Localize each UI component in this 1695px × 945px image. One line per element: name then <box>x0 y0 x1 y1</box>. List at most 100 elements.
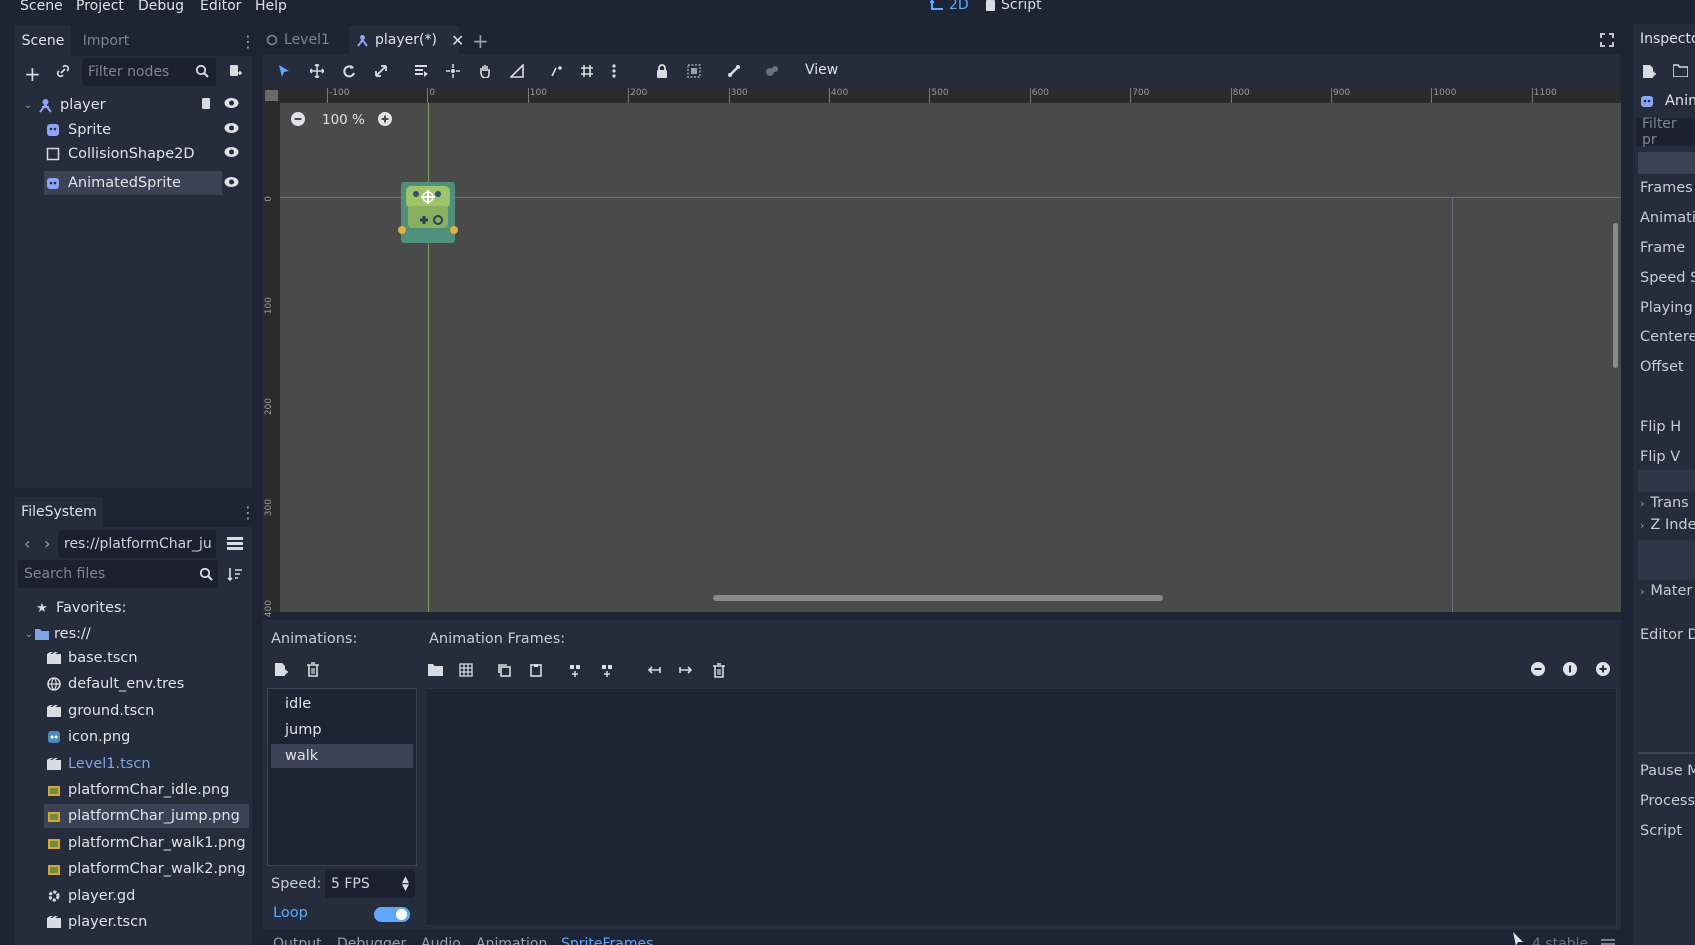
file-item[interactable]: icon.png <box>44 725 249 749</box>
menu-debug[interactable]: Debug <box>138 0 184 14</box>
select-tool-icon[interactable] <box>277 64 291 78</box>
inspector-property[interactable]: Flip H <box>1640 419 1681 435</box>
insert-empty-after-icon[interactable] <box>600 663 614 677</box>
inspector-editor-description[interactable]: Editor D <box>1640 627 1695 643</box>
tree-node-sprite[interactable]: Sprite <box>44 118 214 142</box>
inspector-property[interactable]: Frame <box>1640 240 1685 256</box>
new-animation-icon[interactable] <box>274 662 288 677</box>
file-item[interactable]: platformChar_walk2.png <box>44 857 249 881</box>
group-icon[interactable] <box>687 64 701 78</box>
spinbox-arrows-icon[interactable]: ▲ ▼ <box>402 876 409 893</box>
animation-item[interactable]: walk <box>271 744 413 768</box>
inspector-property[interactable]: Flip V <box>1640 449 1680 465</box>
file-item[interactable]: platformChar_walk1.png <box>44 831 249 855</box>
file-item[interactable]: default_env.tres <box>44 672 249 696</box>
inspector-node-property[interactable]: Pause M <box>1640 763 1695 779</box>
file-item[interactable]: ground.tscn <box>44 699 249 723</box>
rotate-tool-icon[interactable] <box>342 64 356 78</box>
animation-item[interactable]: jump <box>271 718 413 742</box>
chevron-down-icon[interactable]: ⌄ <box>24 629 34 640</box>
paste-icon[interactable] <box>529 663 543 677</box>
file-item[interactable]: player.gd <box>44 884 249 908</box>
delete-frame-icon[interactable] <box>712 663 726 678</box>
move-tool-icon[interactable] <box>310 64 324 78</box>
file-item[interactable]: base.tscn <box>44 646 249 670</box>
copy-icon[interactable] <box>497 663 511 677</box>
instance-scene-icon[interactable] <box>56 64 70 78</box>
forward-arrow-icon[interactable]: › <box>44 534 50 553</box>
new-resource-icon[interactable] <box>1642 64 1656 79</box>
more-options-icon[interactable] <box>612 64 616 78</box>
visibility-eye-icon[interactable] <box>224 176 239 188</box>
inspector-section[interactable]: › Trans <box>1640 495 1689 511</box>
tab-filesystem[interactable]: FileSystem <box>15 497 103 527</box>
particles-icon[interactable] <box>765 64 779 78</box>
inspector-node-name[interactable]: Anim <box>1665 93 1695 109</box>
file-item[interactable]: platformChar_jump.png <box>44 804 249 829</box>
visibility-eye-icon[interactable] <box>224 122 239 134</box>
inspector-section[interactable]: › Mater <box>1640 583 1692 599</box>
lock-icon[interactable] <box>655 64 669 78</box>
zoom-in-icon[interactable] <box>1596 662 1610 676</box>
tab-player[interactable]: player(*) ✕ <box>349 26 464 54</box>
file-item[interactable]: Level1.tscn <box>44 752 249 776</box>
inspector-section[interactable]: › Z Inde <box>1640 517 1695 533</box>
bottom-tab-animation[interactable]: Animation <box>476 936 547 945</box>
menu-help[interactable]: Help <box>255 0 287 14</box>
tree-node-player[interactable]: ⌄ player <box>22 93 248 117</box>
chevron-down-icon[interactable]: ⌄ <box>22 100 34 111</box>
bone-icon[interactable] <box>727 64 741 78</box>
tree-node-animatedsprite[interactable]: AnimatedSprite <box>44 171 222 195</box>
filter-properties-input[interactable]: Filter pr <box>1636 116 1695 148</box>
distraction-free-icon[interactable] <box>1600 33 1614 47</box>
ruler-tool-icon[interactable] <box>510 64 524 78</box>
inspector-node-property[interactable]: Process <box>1640 793 1695 809</box>
loop-toggle[interactable] <box>374 907 410 922</box>
back-arrow-icon[interactable]: ‹ <box>24 534 30 553</box>
search-files-input[interactable]: Search files <box>18 560 218 588</box>
tab-import[interactable]: Import <box>78 26 134 56</box>
file-item[interactable]: platformChar_idle.png <box>44 778 249 802</box>
bottom-tab-audio[interactable]: Audio <box>421 936 461 945</box>
path-field[interactable]: res://platformChar_ju <box>58 530 216 558</box>
script-attached-icon[interactable] <box>200 97 213 111</box>
pivot-tool-icon[interactable] <box>446 64 460 78</box>
tab-level1[interactable]: Level1 <box>266 26 330 54</box>
vertical-scrollbar[interactable] <box>1613 223 1618 368</box>
zoom-in-icon[interactable] <box>378 112 392 126</box>
close-icon[interactable]: ✕ <box>451 31 464 50</box>
res-root-row[interactable]: ⌄ res:// <box>24 622 204 646</box>
view-menu-button[interactable]: View <box>805 62 838 78</box>
zoom-reset-icon[interactable] <box>1563 662 1577 676</box>
animation-item[interactable]: idle <box>271 692 413 716</box>
pan-tool-icon[interactable] <box>478 64 492 78</box>
inspector-property[interactable]: Offset <box>1640 359 1684 375</box>
attach-script-icon[interactable] <box>228 64 242 78</box>
tree-node-collisionshape2d[interactable]: CollisionShape2D <box>44 142 224 166</box>
expand-panel-icon[interactable] <box>1601 939 1615 945</box>
visibility-eye-icon[interactable] <box>224 146 239 158</box>
frames-area[interactable] <box>425 688 1617 926</box>
inspector-property[interactable]: Playing <box>1640 300 1693 316</box>
delete-animation-icon[interactable] <box>306 662 320 677</box>
player-sprite[interactable] <box>398 180 458 243</box>
canvas-viewport[interactable]: 100 % <box>280 103 1621 612</box>
tab-scene[interactable]: Scene <box>15 26 71 56</box>
move-right-icon[interactable] <box>679 663 693 677</box>
workspace-script-button[interactable]: Script <box>985 0 1042 13</box>
add-node-icon[interactable]: + <box>24 62 41 86</box>
dock-menu-icon[interactable]: ⋮ <box>240 32 256 51</box>
inspector-node-property[interactable]: Script <box>1640 823 1682 839</box>
visibility-eye-icon[interactable] <box>224 97 239 109</box>
grid-snap-icon[interactable] <box>580 64 594 78</box>
inspector-property[interactable]: Animatio <box>1640 210 1695 226</box>
bottom-tab-output[interactable]: Output <box>273 936 322 945</box>
new-tab-icon[interactable]: + <box>472 29 489 53</box>
load-frames-icon[interactable] <box>428 663 443 676</box>
inspector-property[interactable]: Centere <box>1640 329 1695 345</box>
open-folder-icon[interactable] <box>1673 64 1688 77</box>
inspector-property[interactable]: Frames <box>1640 180 1693 196</box>
bottom-tab-debugger[interactable]: Debugger <box>337 936 406 945</box>
zoom-out-icon[interactable] <box>291 112 305 126</box>
menu-editor[interactable]: Editor <box>200 0 241 14</box>
